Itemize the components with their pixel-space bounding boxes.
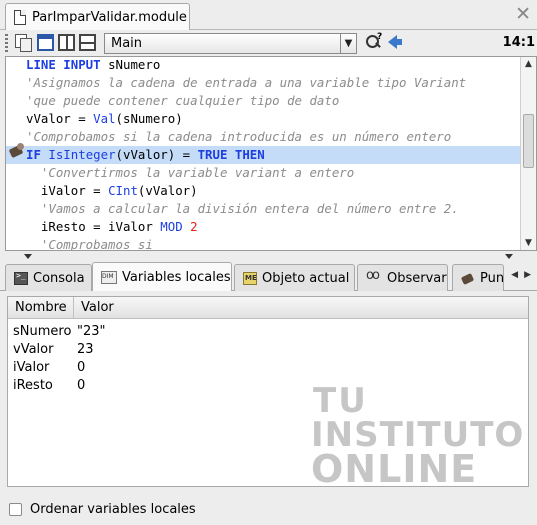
tab-variables-locales[interactable]: Variables locales — [92, 262, 232, 292]
variable-name: iValor — [13, 360, 50, 375]
chevron-down-icon[interactable]: ▼ — [340, 34, 356, 53]
table-row[interactable]: iValor 0 — [8, 359, 528, 377]
code-line[interactable]: iResto = iValor MOD 2 — [6, 218, 521, 236]
console-icon — [14, 271, 28, 285]
file-tab-bar: ParImparValidar.module ✕ — [0, 0, 537, 31]
code-token: 'que puede contener cualquier tipo de da… — [26, 93, 340, 108]
code-token: 2 — [190, 219, 198, 234]
code-token: (vValor) — [137, 183, 198, 198]
tab-label: Consola — [33, 270, 85, 286]
panel-splitter[interactable] — [0, 251, 537, 261]
code-token: (sNumero) — [115, 111, 183, 126]
order-variables-checkbox[interactable]: Ordenar variables locales — [9, 502, 196, 517]
code-token: IF — [26, 147, 41, 162]
dim-icon — [101, 271, 117, 284]
code-token: CInt — [108, 183, 138, 198]
tab-label: Objeto actual — [262, 270, 350, 286]
code-line[interactable]: 'Vamos a calcular la división entera del… — [6, 200, 521, 218]
editor-scrollbar[interactable]: ▲ ▼ — [520, 57, 536, 250]
column-header-nombre[interactable]: Nombre — [8, 297, 74, 319]
split-view-icon[interactable] — [58, 34, 75, 51]
checkbox-label: Ordenar variables locales — [30, 502, 196, 517]
code-token: iValor = — [26, 183, 109, 198]
current-code-line[interactable]: IF IsInteger(vValor) = TRUE THEN — [6, 146, 521, 164]
variable-name: sNumero — [13, 324, 72, 339]
code-token: 'Comprobamos si — [26, 237, 153, 251]
code-token: MOD — [160, 219, 183, 234]
code-token: vValor = — [26, 111, 94, 126]
code-line[interactable]: 'Convertirmos la variable variant a ente… — [6, 164, 521, 182]
code-line[interactable]: 'Comprobamos si — [6, 236, 521, 251]
code-token: (vValor) = — [115, 147, 198, 162]
file-tab-label: ParImparValidar.module — [32, 10, 187, 25]
file-tab[interactable]: ParImparValidar.module — [5, 3, 190, 31]
tab-label: Pun — [480, 270, 504, 286]
code-token: sNumero — [100, 57, 161, 72]
code-line[interactable]: 'Comprobamos si la cadena introducida es… — [6, 128, 521, 146]
code-token: LINE INPUT — [26, 57, 101, 72]
tab-puntos[interactable]: Pun — [452, 264, 504, 291]
code-token: Val — [93, 111, 116, 126]
watermark-logo: TU INSTITUTO ONLINE — [311, 381, 525, 487]
code-line[interactable]: LINE INPUT sNumero — [6, 57, 521, 74]
code-line[interactable]: 'que puede contener cualquier tipo de da… — [6, 92, 521, 110]
me-icon — [243, 271, 257, 285]
procedure-select-value: Main — [111, 36, 143, 51]
code-token: 'Comprobamos si la cadena introducida es… — [26, 129, 452, 144]
module-file-icon — [14, 10, 26, 25]
table-header: Nombre Valor — [8, 297, 528, 319]
back-arrow-icon[interactable] — [388, 35, 402, 49]
tab-scroll-right-icon[interactable]: ▶ — [524, 270, 531, 280]
breakpoint-icon — [461, 272, 475, 285]
collapse-arrow-icon[interactable] — [24, 254, 32, 259]
tab-label: Observar — [387, 270, 447, 286]
variable-value: 0 — [77, 378, 86, 393]
tab-observar[interactable]: Observar — [357, 264, 448, 291]
scroll-down-icon[interactable]: ▼ — [521, 236, 536, 250]
code-line[interactable]: iValor = CInt(vValor) — [6, 182, 521, 200]
scrollbar-thumb[interactable] — [523, 114, 534, 168]
tab-label: Variables locales — [122, 270, 231, 285]
variable-name: iResto — [13, 378, 53, 393]
column-header-valor[interactable]: Valor — [74, 297, 274, 319]
execution-pointer-icon — [8, 143, 26, 160]
variable-value: "23" — [77, 324, 106, 339]
tab-objeto-actual[interactable]: Objeto actual — [234, 264, 355, 291]
code-token: 'Asignamos la cadena de entrada a una va… — [26, 75, 467, 90]
scroll-up-icon[interactable]: ▲ — [521, 57, 536, 71]
table-row[interactable]: sNumero "23" — [8, 323, 528, 341]
code-token: TRUE THEN — [197, 147, 265, 162]
debug-tab-bar: Consola Variables locales Objeto actual … — [0, 261, 537, 292]
variable-name: vValor — [13, 342, 54, 357]
single-view-icon[interactable] — [37, 34, 54, 51]
find-icon[interactable]: ? — [365, 32, 383, 52]
code-token: IsInteger — [48, 147, 116, 162]
tab-scroll-left-icon[interactable]: ◀ — [511, 270, 518, 280]
tab-consola[interactable]: Consola — [5, 264, 92, 291]
procedure-select[interactable]: Main ▼ — [104, 33, 357, 54]
glasses-icon — [366, 268, 382, 285]
toolbar-grip[interactable] — [5, 34, 8, 52]
checkbox-box[interactable] — [9, 503, 22, 516]
code-line[interactable]: vValor = Val(sNumero) — [6, 110, 521, 128]
editor-toolbar: Main ▼ ? 14:1 — [0, 30, 537, 56]
variable-value: 23 — [77, 342, 94, 357]
code-line[interactable]: 'Asignamos la cadena de entrada a una va… — [6, 74, 521, 92]
table-row[interactable]: vValor 23 — [8, 341, 528, 359]
code-token: 'Vamos a calcular la división entera del… — [26, 201, 459, 216]
variables-table[interactable]: Nombre Valor sNumero "23" vValor 23 iVal… — [7, 296, 529, 487]
variable-value: 0 — [77, 360, 86, 375]
code-editor[interactable]: LINE INPUT sNumero 'Asignamos la cadena d… — [5, 56, 537, 251]
copy-icon[interactable] — [15, 34, 32, 52]
horizontal-split-icon[interactable] — [79, 34, 96, 51]
code-token: iResto = iValor — [26, 219, 161, 234]
cursor-position: 14:1 — [502, 35, 535, 50]
local-variables-panel: Nombre Valor sNumero "23" vValor 23 iVal… — [0, 291, 537, 525]
collapse-arrow-icon[interactable] — [505, 254, 513, 259]
code-token: 'Convertirmos la variable variant a ente… — [26, 165, 355, 180]
close-icon[interactable]: ✕ — [515, 5, 531, 24]
